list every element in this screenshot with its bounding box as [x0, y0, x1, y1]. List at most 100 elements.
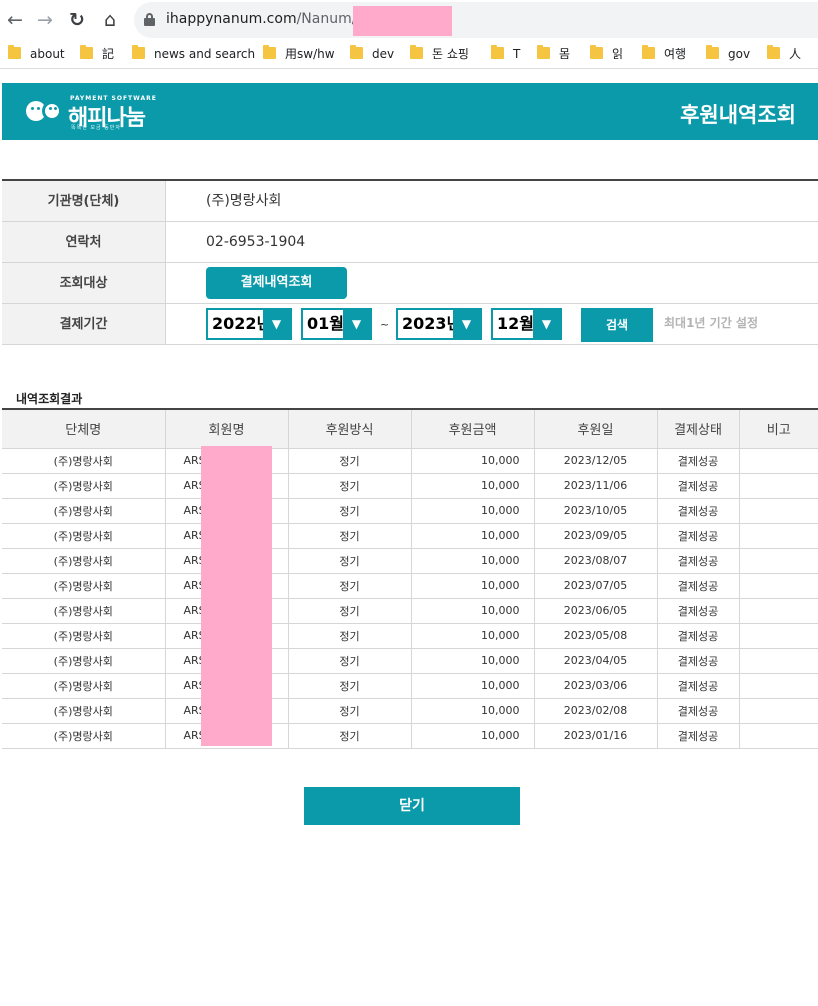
- cell-org: (주)명랑사회: [2, 698, 166, 724]
- cell-org: (주)명랑사회: [2, 523, 166, 549]
- period-label: 결제기간: [2, 304, 166, 344]
- search-button[interactable]: 검색: [581, 308, 653, 342]
- bookmark-label: about: [30, 47, 65, 61]
- bookmark-folder[interactable]: 用sw/hw: [263, 45, 335, 63]
- cell-status: 결제성공: [657, 673, 740, 699]
- cell-org: (주)명랑사회: [2, 473, 166, 499]
- address-bar[interactable]: ihappynanum.com/Nanum/P/: [134, 2, 818, 38]
- period-row: 결제기간 2022년 ▼ 01월 ▼ ~ 2023년 ▼ 12월 ▼ 검색 최대…: [2, 304, 818, 345]
- cell-date: 2023/03/06: [534, 673, 658, 699]
- cell-note: [739, 598, 818, 624]
- browser-toolbar: ← → ↻ ⌂ ihappynanum.com/Nanum/P/: [0, 0, 818, 40]
- bookmark-folder[interactable]: dev: [350, 45, 394, 63]
- cell-date: 2023/12/05: [534, 448, 658, 474]
- cell-method: 정기: [288, 523, 412, 549]
- cell-status: 결제성공: [657, 598, 740, 624]
- column-header: 후원금액: [411, 409, 535, 449]
- cell-status: 결제성공: [657, 498, 740, 524]
- cell-note: [739, 498, 818, 524]
- cell-method: 정기: [288, 648, 412, 674]
- logo-subtext: 똑똑한 모금 동반자: [71, 125, 121, 131]
- end-year-select[interactable]: 2023년 ▼: [396, 308, 482, 340]
- folder-icon: [80, 45, 93, 59]
- forward-arrow-icon[interactable]: →: [33, 8, 57, 32]
- cell-date: 2023/10/05: [534, 498, 658, 524]
- folder-icon: [8, 45, 21, 59]
- cell-note: [739, 573, 818, 599]
- bookmark-label: dev: [372, 47, 395, 61]
- folder-icon: [706, 45, 719, 59]
- bookmark-folder[interactable]: T: [491, 45, 520, 63]
- bookmark-folder[interactable]: 記: [80, 45, 114, 63]
- reload-icon[interactable]: ↻: [65, 8, 89, 32]
- payment-history-button[interactable]: 결제내역조회: [206, 267, 347, 299]
- start-month-select[interactable]: 01월 ▼: [301, 308, 372, 340]
- cell-note: [739, 723, 818, 749]
- target-row: 조회대상 결제내역조회: [2, 263, 818, 304]
- cell-note: [739, 523, 818, 549]
- cell-date: 2023/01/16: [534, 723, 658, 749]
- cell-date: 2023/04/05: [534, 648, 658, 674]
- cell-amount: 10,000: [411, 698, 535, 724]
- column-header: 회원명: [165, 409, 289, 449]
- org-row: 기관명(단체) (주)명랑사회: [2, 181, 818, 222]
- folder-icon: [590, 45, 603, 59]
- cell-method: 정기: [288, 698, 412, 724]
- results-header-row: 단체명 회원명 후원방식 후원금액 후원일 결제상태 비고: [2, 409, 818, 449]
- bookmark-folder[interactable]: news and search: [132, 45, 255, 63]
- cell-status: 결제성공: [657, 523, 740, 549]
- back-arrow-icon[interactable]: ←: [3, 8, 27, 32]
- cell-status: 결제성공: [657, 448, 740, 474]
- home-icon[interactable]: ⌂: [98, 8, 122, 32]
- contact-row: 연락처 02-6953-1904: [2, 222, 818, 263]
- cell-status: 결제성공: [657, 723, 740, 749]
- cell-org: (주)명랑사회: [2, 673, 166, 699]
- cell-org: (주)명랑사회: [2, 623, 166, 649]
- column-header: 후원방식: [288, 409, 412, 449]
- cell-org: (주)명랑사회: [2, 598, 166, 624]
- cell-amount: 10,000: [411, 598, 535, 624]
- table-row: (주)명랑사회 ARS 정기 10,000 2023/09/05 결제성공: [2, 523, 818, 549]
- bookmark-folder[interactable]: 돈 쇼핑: [410, 45, 469, 63]
- close-button[interactable]: 닫기: [304, 787, 520, 825]
- cell-date: 2023/06/05: [534, 598, 658, 624]
- url-text[interactable]: ihappynanum.com/Nanum/P/: [166, 11, 370, 27]
- bookmark-folder[interactable]: gov: [706, 45, 750, 63]
- cell-org: (주)명랑사회: [2, 573, 166, 599]
- cell-amount: 10,000: [411, 673, 535, 699]
- lock-icon: [144, 13, 155, 26]
- bookmark-folder[interactable]: 人: [767, 45, 801, 63]
- column-header: 결제상태: [657, 409, 740, 449]
- bookmark-folder[interactable]: 몸: [537, 45, 570, 63]
- cell-date: 2023/09/05: [534, 523, 658, 549]
- url-domain: ihappynanum.com: [166, 11, 297, 27]
- cell-date: 2023/02/08: [534, 698, 658, 724]
- cell-method: 정기: [288, 673, 412, 699]
- period-separator: ~: [380, 318, 390, 331]
- cell-amount: 10,000: [411, 548, 535, 574]
- dropdown-arrow-icon: ▼: [343, 310, 370, 338]
- cell-method: 정기: [288, 573, 412, 599]
- end-month-select[interactable]: 12월 ▼: [491, 308, 562, 340]
- cell-method: 정기: [288, 498, 412, 524]
- happynanum-logo-icon: [26, 95, 63, 128]
- start-month-value: 01월: [307, 314, 344, 333]
- table-row: (주)명랑사회 ARS 정기 10,000 2023/10/05 결제성공: [2, 498, 818, 524]
- bookmark-label: T: [513, 47, 521, 61]
- results-table: 단체명 회원명 후원방식 후원금액 후원일 결제상태 비고 (주)명랑사회 ARS…: [2, 408, 818, 749]
- folder-icon: [410, 45, 423, 59]
- cell-method: 정기: [288, 473, 412, 499]
- bookmark-folder[interactable]: 읽: [590, 45, 623, 63]
- results-title: 내역조회결과: [16, 392, 83, 406]
- contact-label: 연락처: [2, 222, 166, 262]
- bookmark-label: 돈 쇼핑: [432, 47, 469, 61]
- cell-date: 2023/05/08: [534, 623, 658, 649]
- bookmark-folder[interactable]: 여행: [642, 45, 686, 63]
- target-label: 조회대상: [2, 263, 166, 303]
- folder-icon: [350, 45, 363, 59]
- cell-method: 정기: [288, 623, 412, 649]
- start-year-select[interactable]: 2022년 ▼: [206, 308, 292, 340]
- cell-date: 2023/07/05: [534, 573, 658, 599]
- bookmark-folder[interactable]: about: [8, 45, 65, 63]
- cell-status: 결제성공: [657, 648, 740, 674]
